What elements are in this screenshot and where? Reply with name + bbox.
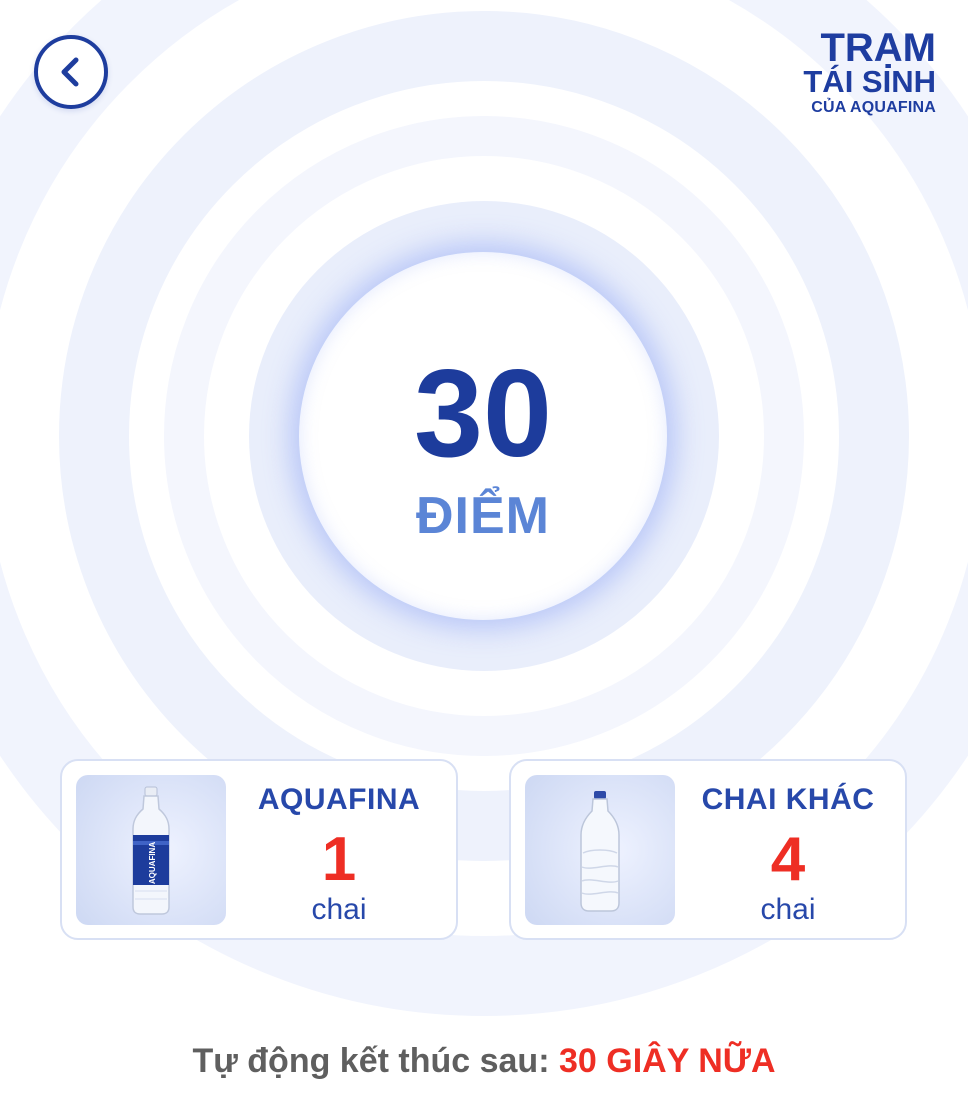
other-bottle-unit: chai (760, 893, 816, 926)
aquafina-bottle-thumbnail: AQUAFINA (76, 775, 226, 925)
score-unit: ĐIỂM (416, 487, 550, 545)
screen: TRẠM TÁI SINH CỦA AQUAFINA 30 ĐIỂM AQUAF… (0, 0, 968, 1118)
other-bottle-count: 4 (770, 825, 806, 894)
aquafina-unit: chai (311, 893, 367, 926)
logo-title: TRẠM (820, 26, 936, 70)
other-bottle-thumbnail (525, 775, 675, 925)
countdown-value: 30 GIÂY NỮA (558, 1042, 776, 1080)
countdown-label: Tự động kết thúc sau: (192, 1042, 550, 1080)
aquafina-bottle-icon: AQUAFINA (132, 786, 170, 915)
svg-text:AQUAFINA: AQUAFINA (148, 842, 157, 884)
aquafina-label: AQUAFINA (257, 783, 421, 816)
aquafina-count: 1 (321, 825, 357, 894)
auto-exit-countdown: Tự động kết thúc sau: 30 GIÂY NỮA (0, 1038, 968, 1084)
aquafina-bottle-card: AQUAFINA AQUAFINA 1 chai (60, 759, 458, 940)
clear-bottle-icon (580, 791, 620, 912)
logo-subtitle: TÁI SINH (803, 64, 936, 99)
other-bottle-card: CHAI KHÁC 4 chai (509, 759, 907, 940)
app-logo: TRẠM TÁI SINH CỦA AQUAFINA (796, 28, 936, 118)
score-value: 30 (414, 345, 552, 483)
back-button[interactable] (34, 35, 108, 109)
other-bottle-label: CHAI KHÁC (701, 783, 875, 816)
logo-brand: CỦA AQUAFINA (811, 99, 936, 116)
chevron-left-icon (61, 57, 79, 87)
